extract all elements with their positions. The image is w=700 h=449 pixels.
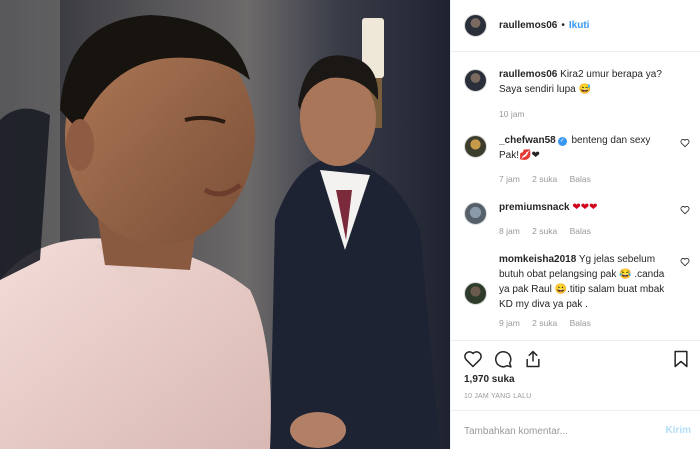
post-actions: [451, 340, 700, 374]
author-username[interactable]: raullemos06: [499, 20, 557, 31]
comment-likes[interactable]: 2 suka: [532, 226, 557, 236]
comment-meta: 7 jam 2 suka Balas: [499, 174, 601, 184]
comment-likes[interactable]: 2 suka: [532, 318, 557, 328]
caption-username[interactable]: raullemos06: [499, 69, 557, 80]
likes-count[interactable]: 1,970 suka: [464, 374, 515, 385]
bookmark-icon[interactable]: [671, 349, 691, 369]
caption-avatar[interactable]: [464, 69, 487, 92]
comment-time[interactable]: 8 jam: [499, 226, 520, 236]
post-comment-button[interactable]: Kirim: [665, 425, 691, 436]
comment-input[interactable]: [464, 421, 644, 441]
comment-username[interactable]: premiumsnack: [499, 202, 570, 213]
comment-text: ❤❤❤: [572, 202, 598, 213]
comment-reply-button[interactable]: Balas: [570, 174, 591, 184]
commenter-avatar[interactable]: [464, 135, 487, 158]
caption-meta: 10 jam: [499, 109, 535, 119]
comment-like-heart-icon[interactable]: [680, 138, 690, 148]
header-separator: •: [561, 20, 565, 31]
commenter-avatar[interactable]: [464, 282, 487, 305]
comment-username[interactable]: _chefwan58: [499, 135, 556, 146]
comment-reply-button[interactable]: Balas: [570, 318, 591, 328]
comment-body: premiumsnack ❤❤❤: [499, 200, 671, 215]
follow-button[interactable]: Ikuti: [569, 20, 590, 31]
comment-meta: 8 jam 2 suka Balas: [499, 226, 601, 236]
comments-list: raullemos06 Kira2 umur berapa ya? Saya s…: [451, 53, 700, 340]
comment-icon[interactable]: [493, 349, 513, 369]
heart-icon[interactable]: [463, 349, 483, 369]
photo-illustration: [0, 0, 450, 449]
comment-like-heart-icon[interactable]: [680, 205, 690, 215]
share-icon[interactable]: [523, 349, 543, 369]
comment-time[interactable]: 7 jam: [499, 174, 520, 184]
comment-likes[interactable]: 2 suka: [532, 174, 557, 184]
comment-username[interactable]: momkeisha2018: [499, 254, 576, 265]
comment-time[interactable]: 9 jam: [499, 318, 520, 328]
commenter-avatar[interactable]: [464, 202, 487, 225]
caption-time[interactable]: 10 jam: [499, 109, 525, 119]
comment-like-heart-icon[interactable]: [680, 257, 690, 267]
instagram-post: raullemos06 • Ikuti raullemos06 Kira2 um…: [0, 0, 700, 449]
post-time[interactable]: 10 JAM YANG LALU: [464, 393, 532, 400]
caption-body: raullemos06 Kira2 umur berapa ya? Saya s…: [499, 67, 671, 97]
post-side-panel: raullemos06 • Ikuti raullemos06 Kira2 um…: [450, 0, 700, 449]
comment-body: momkeisha2018 Yg jelas sebelum butuh oba…: [499, 252, 671, 312]
comment-body: _chefwan58 ✓ benteng dan sexy Pak!💋❤: [499, 133, 671, 163]
comment-reply-button[interactable]: Balas: [570, 226, 591, 236]
post-photo[interactable]: [0, 0, 450, 449]
author-avatar[interactable]: [464, 14, 487, 37]
comment-meta: 9 jam 2 suka Balas: [499, 318, 601, 328]
add-comment-bar: Kirim: [451, 410, 700, 449]
verified-badge-icon: ✓: [557, 137, 567, 146]
post-header: raullemos06 • Ikuti: [451, 0, 700, 52]
